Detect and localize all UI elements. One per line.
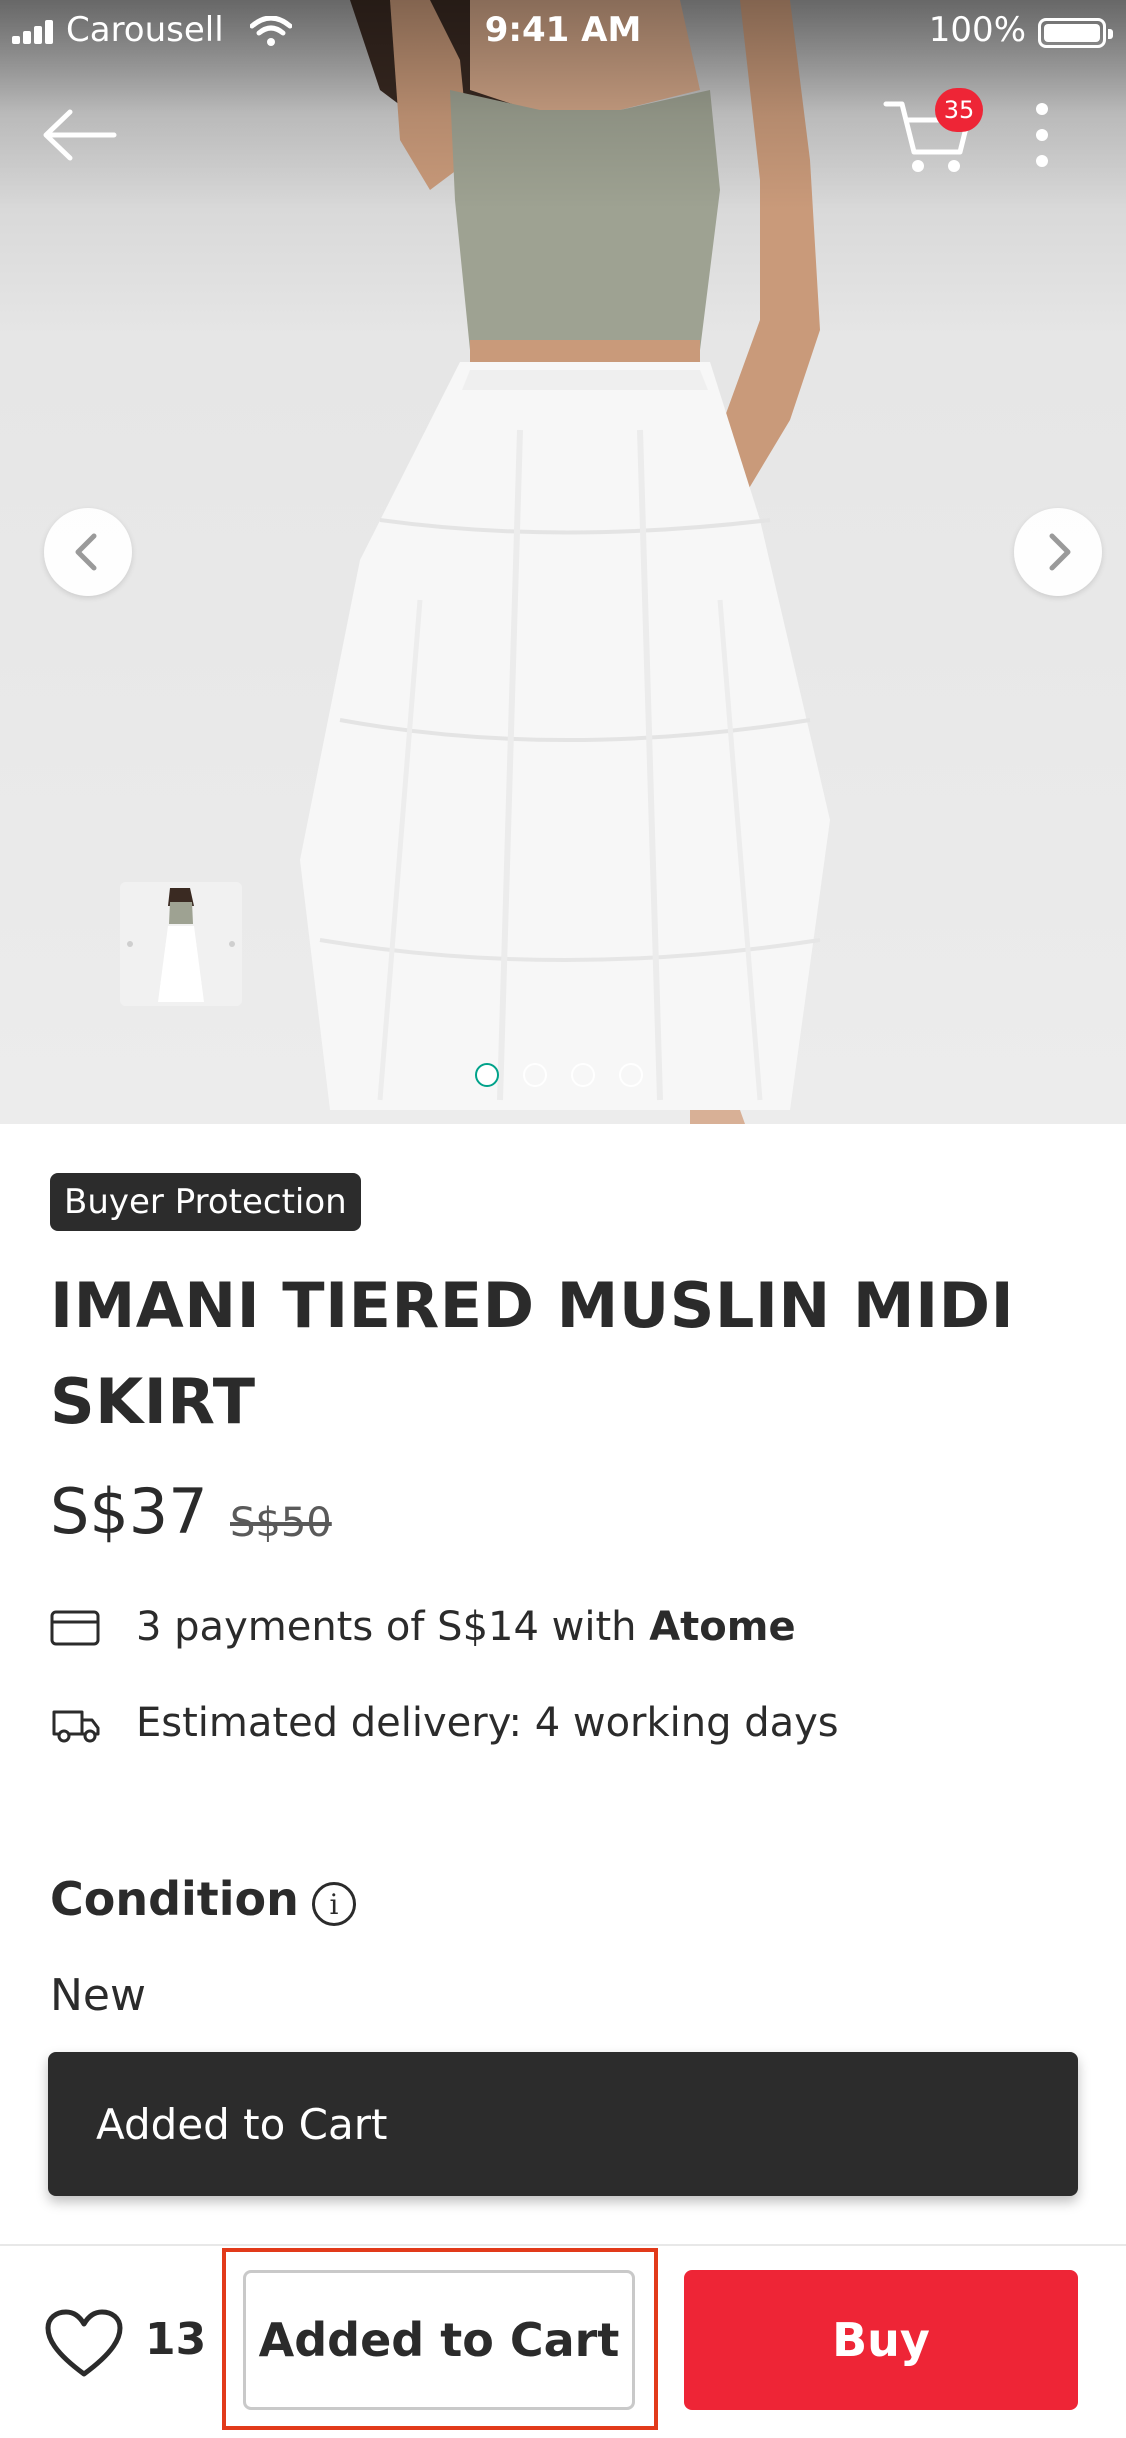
- toast-notification: Added to Cart: [48, 2052, 1078, 2196]
- buy-button[interactable]: Buy: [684, 2270, 1078, 2410]
- pagination-dot[interactable]: [571, 1063, 595, 1087]
- condition-value: New: [50, 1970, 146, 2021]
- installment-provider: Atome: [649, 1604, 796, 1650]
- heart-icon[interactable]: [44, 2308, 124, 2380]
- battery-percent: 100%: [928, 10, 1026, 50]
- chevron-left-icon: [75, 533, 97, 571]
- like-count: 13: [145, 2314, 207, 2365]
- toast-message: Added to Cart: [96, 2100, 388, 2149]
- back-arrow-icon[interactable]: [40, 100, 120, 170]
- status-bar: Carousell 9:41 AM 100%: [0, 0, 1126, 64]
- product-price: S$37: [50, 1475, 208, 1548]
- carousel-prev-button[interactable]: [44, 508, 132, 596]
- carousel-next-button[interactable]: [1014, 508, 1102, 596]
- battery-icon: [1038, 18, 1113, 48]
- more-options-icon[interactable]: [1020, 95, 1064, 175]
- installment-text: 3 payments of S$14 with Atome: [136, 1604, 796, 1650]
- delivery-text: Estimated delivery: 4 working days: [136, 1700, 839, 1746]
- installment-label: 3 payments of S$14 with: [136, 1604, 650, 1650]
- pagination-dot[interactable]: [619, 1063, 643, 1087]
- original-price: S$50: [230, 1500, 332, 1546]
- product-title: IMANI TIERED MUSLIN MIDI SKIRT: [50, 1269, 1015, 1438]
- thumbnail-image: [120, 882, 242, 1006]
- info-icon[interactable]: i: [312, 1882, 356, 1926]
- installment-row[interactable]: 3 payments of S$14 with Atome: [50, 1604, 950, 1660]
- delivery-row: Estimated delivery: 4 working days: [50, 1700, 950, 1756]
- credit-card-icon: [50, 1610, 100, 1646]
- pagination-dot-active[interactable]: [475, 1063, 499, 1087]
- condition-heading: Condition: [50, 1872, 299, 1926]
- delivery-truck-icon: [52, 1710, 100, 1743]
- buyer-protection-badge[interactable]: Buyer Protection: [50, 1173, 361, 1231]
- highlight-box: [222, 2248, 658, 2430]
- pagination-dot[interactable]: [523, 1063, 547, 1087]
- chevron-right-icon: [1049, 533, 1071, 571]
- cart-count-badge: 35: [935, 88, 983, 132]
- product-thumbnail[interactable]: [120, 882, 242, 1006]
